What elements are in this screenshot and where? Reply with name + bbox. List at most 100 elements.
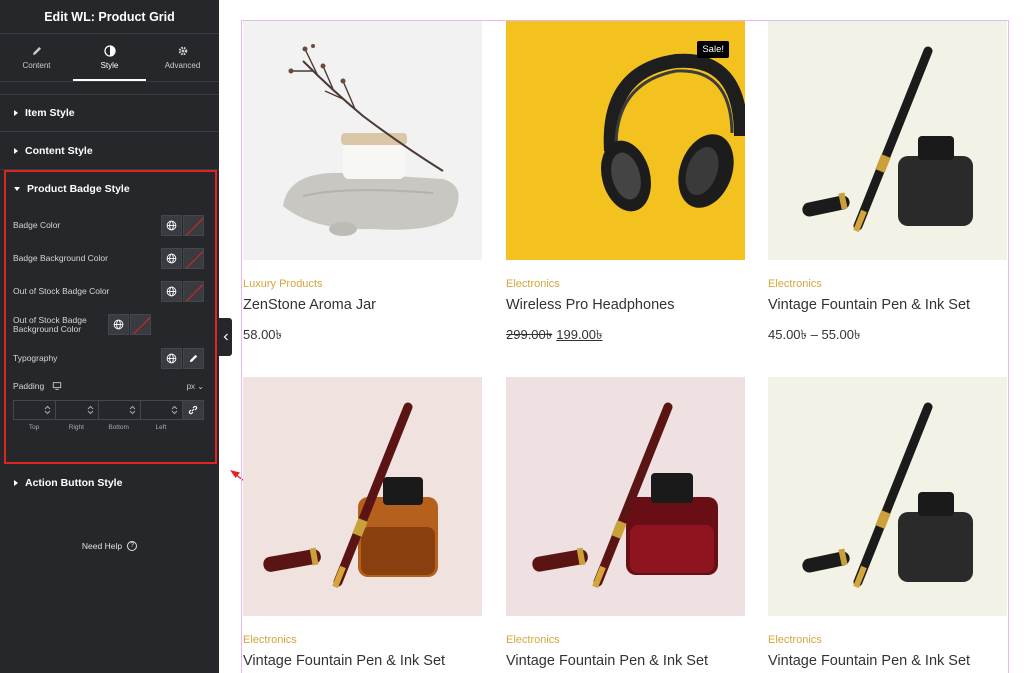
product-title[interactable]: Wireless Pro Headphones bbox=[506, 297, 745, 317]
product-category[interactable]: Electronics bbox=[768, 278, 1007, 292]
global-colors-button[interactable] bbox=[108, 314, 129, 335]
section-content-style[interactable]: Content Style bbox=[0, 132, 219, 170]
product-category[interactable]: Electronics bbox=[506, 278, 745, 292]
control-padding: Padding px ⌄ bbox=[13, 378, 204, 394]
unit-selector[interactable]: px ⌄ bbox=[187, 382, 204, 391]
padding-left-input[interactable] bbox=[139, 400, 182, 420]
tab-style[interactable]: Style bbox=[73, 34, 146, 81]
product-category[interactable]: Electronics bbox=[768, 634, 1007, 648]
product-card[interactable]: Electronics Vintage Fountain Pen & Ink S… bbox=[768, 21, 1007, 342]
product-category[interactable]: Electronics bbox=[506, 634, 745, 648]
padding-inputs bbox=[13, 400, 204, 420]
padding-label: Padding bbox=[13, 381, 45, 391]
collapse-panel-button[interactable] bbox=[219, 318, 232, 356]
control-label: Badge Background Color bbox=[13, 253, 108, 263]
product-price: 299.00৳ 199.00৳ bbox=[506, 326, 745, 342]
padding-right-input[interactable] bbox=[55, 400, 98, 420]
product-title[interactable]: Vintage Fountain Pen & Ink Set bbox=[768, 297, 1007, 317]
product-image[interactable] bbox=[768, 377, 1007, 616]
product-title[interactable]: Vintage Fountain Pen & Ink Set bbox=[768, 653, 1007, 673]
pencil-icon bbox=[32, 47, 41, 55]
fountain-pen-image bbox=[263, 402, 438, 589]
product-title[interactable]: Vintage Fountain Pen & Ink Set bbox=[506, 653, 745, 673]
caret-down-icon bbox=[14, 187, 20, 191]
tab-content[interactable]: Content bbox=[0, 34, 73, 81]
global-typography-button[interactable] bbox=[161, 348, 182, 369]
product-card[interactable]: Electronics Vintage Fountain Pen & Ink S… bbox=[768, 377, 1007, 673]
tab-content-label: Content bbox=[22, 61, 51, 70]
global-colors-button[interactable] bbox=[161, 281, 182, 302]
section-item-style-label: Item Style bbox=[25, 107, 75, 119]
section-item-style[interactable]: Item Style bbox=[0, 94, 219, 132]
link-icon bbox=[188, 405, 198, 415]
fountain-pen-image bbox=[802, 46, 973, 233]
product-image[interactable]: Sale! bbox=[506, 21, 745, 260]
half-circle-icon bbox=[103, 45, 116, 57]
unit-value: px bbox=[186, 381, 196, 391]
product-image[interactable] bbox=[243, 21, 482, 260]
panel-title: Edit WL: Product Grid bbox=[0, 0, 219, 34]
product-image[interactable] bbox=[506, 377, 745, 616]
fountain-pen-image bbox=[802, 402, 973, 589]
color-picker-swatch[interactable] bbox=[183, 281, 204, 302]
padding-left-label: Left bbox=[155, 424, 167, 431]
editor-sidebar: Edit WL: Product Grid Content Style Adva… bbox=[0, 0, 219, 673]
original-price: 299.00৳ bbox=[506, 327, 553, 342]
caret-right-icon bbox=[14, 147, 18, 154]
global-colors-button[interactable] bbox=[161, 215, 182, 236]
globe-icon bbox=[166, 353, 177, 364]
product-title[interactable]: ZenStone Aroma Jar bbox=[243, 297, 482, 317]
desktop-icon[interactable] bbox=[52, 381, 62, 391]
section-action-style-label: Action Button Style bbox=[25, 477, 123, 489]
control-label: Out of Stock Badge Background Color bbox=[13, 314, 87, 334]
aroma-jar-image bbox=[283, 44, 459, 236]
control-badge-color: Badge Color bbox=[13, 215, 204, 236]
section-content-style-label: Content Style bbox=[25, 144, 93, 157]
link-values-button[interactable] bbox=[182, 400, 204, 420]
global-colors-button[interactable] bbox=[161, 248, 182, 269]
tab-style-label: Style bbox=[100, 61, 119, 70]
gear-icon bbox=[178, 46, 187, 56]
product-image[interactable] bbox=[768, 21, 1007, 260]
product-card[interactable]: Electronics Vintage Fountain Pen & Ink S… bbox=[243, 377, 482, 673]
tab-advanced[interactable]: Advanced bbox=[146, 34, 219, 81]
color-picker-swatch[interactable] bbox=[183, 248, 204, 269]
product-category[interactable]: Electronics bbox=[243, 634, 482, 648]
control-out-of-stock-badge-bg-color: Out of Stock Badge Background Color bbox=[13, 314, 204, 335]
padding-bottom-input[interactable] bbox=[97, 400, 140, 420]
product-card[interactable]: Electronics Vintage Fountain Pen & Ink S… bbox=[506, 377, 745, 673]
caret-right-icon bbox=[14, 480, 18, 486]
color-picker-swatch[interactable] bbox=[130, 314, 151, 335]
pencil-icon bbox=[189, 354, 198, 363]
product-title[interactable]: Vintage Fountain Pen & Ink Set bbox=[243, 653, 482, 673]
need-help-link[interactable]: Need Help ? bbox=[0, 541, 219, 551]
section-product-badge-style[interactable]: Product Badge Style bbox=[0, 170, 219, 208]
editor-app: Edit WL: Product Grid Content Style Adva… bbox=[0, 0, 1024, 673]
fountain-pen-image bbox=[532, 402, 718, 589]
need-help-label: Need Help bbox=[81, 541, 123, 551]
padding-bottom-label: Bottom bbox=[108, 424, 129, 431]
globe-icon bbox=[166, 253, 177, 264]
padding-top-input[interactable] bbox=[13, 400, 56, 420]
control-typography: Typography bbox=[13, 348, 204, 369]
product-image[interactable] bbox=[243, 377, 482, 616]
edit-typography-button[interactable] bbox=[183, 348, 204, 369]
control-label: Badge Color bbox=[13, 220, 61, 230]
padding-right-label: Right bbox=[68, 424, 84, 431]
section-badge-style-label: Product Badge Style bbox=[27, 183, 130, 195]
stepper-icon bbox=[44, 405, 51, 415]
control-out-of-stock-badge-color: Out of Stock Badge Color bbox=[13, 281, 204, 302]
product-card[interactable]: Sale! Electronics Wireless Pro Headphone… bbox=[506, 21, 745, 342]
globe-icon bbox=[166, 220, 177, 231]
control-badge-bg-color: Badge Background Color bbox=[13, 248, 204, 269]
product-category[interactable]: Luxury Products bbox=[243, 278, 482, 292]
product-card[interactable]: Luxury Products ZenStone Aroma Jar 58.00… bbox=[243, 21, 482, 342]
color-picker-swatch[interactable] bbox=[183, 215, 204, 236]
section-action-button-style[interactable]: Action Button Style bbox=[0, 465, 219, 501]
product-price: 58.00৳ bbox=[243, 326, 482, 342]
current-price: 58.00৳ bbox=[243, 327, 283, 342]
control-label: Typography bbox=[13, 353, 58, 363]
chevron-left-icon bbox=[223, 333, 228, 341]
globe-icon bbox=[113, 319, 124, 330]
padding-top-label: Top bbox=[28, 424, 40, 431]
